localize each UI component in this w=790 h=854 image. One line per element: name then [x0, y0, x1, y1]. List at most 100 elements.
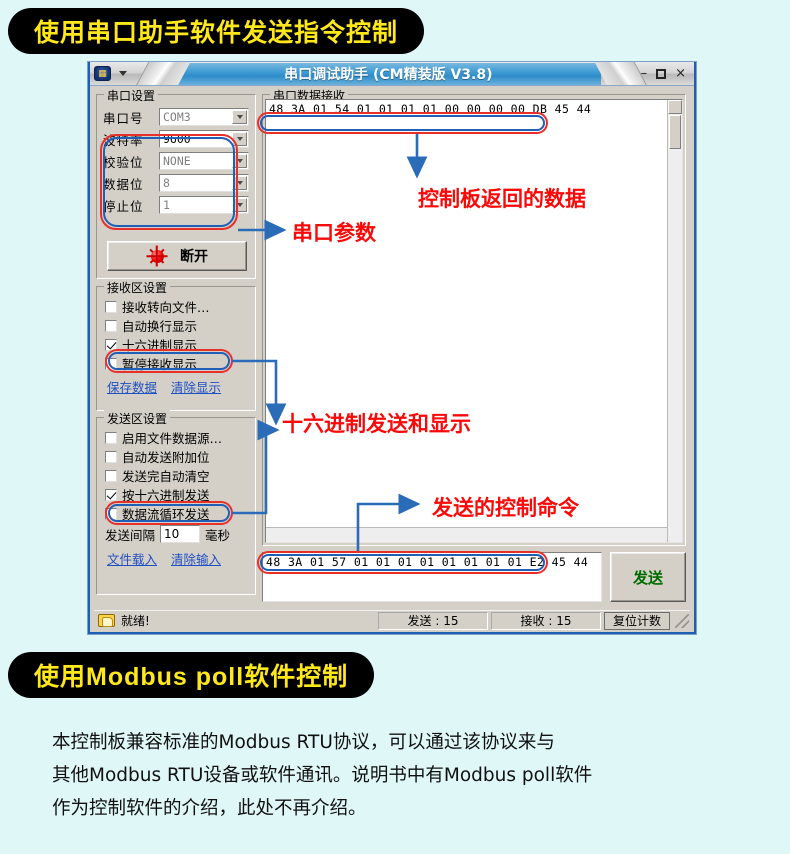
combo-parity-chevron-down-icon[interactable] — [232, 154, 247, 168]
send-button-label: 发送 — [632, 568, 663, 587]
checkbox-auto-append[interactable] — [105, 450, 117, 463]
combo-baud[interactable]: 9600 — [159, 130, 249, 148]
send-button[interactable]: 发送 — [610, 552, 686, 602]
led-indicator-icon — [146, 245, 168, 267]
link-clear-display[interactable]: 清除显示 — [171, 377, 221, 396]
maximize-icon[interactable] — [656, 68, 667, 79]
combo-databits-chevron-down-icon[interactable] — [232, 176, 247, 190]
send-data-line: 48 3A 01 57 01 01 01 01 01 01 01 01 E2 4… — [266, 555, 589, 569]
app-logo-icon: ▦ — [94, 66, 111, 81]
send-interval-row: 发送间隔 10 毫秒 — [105, 523, 255, 545]
label-stopbits: 停止位 — [103, 198, 144, 214]
checkbox-loop-send-label: 数据流循环发送 — [122, 507, 210, 522]
paragraph-line-3: 作为控制软件的介绍，此处不再介绍。 — [52, 798, 367, 819]
combo-port-chevron-down-icon[interactable] — [232, 110, 247, 124]
receive-data-textarea[interactable]: 48 3A 01 54 01 01 01 01 00 00 00 00 DB 4… — [265, 99, 683, 543]
send-settings-title: 发送区设置 — [104, 410, 171, 427]
disconnect-button[interactable]: 断开 — [107, 241, 247, 271]
send-interval-label: 发送间隔 — [105, 527, 156, 543]
status-ready-text: 就绪! — [121, 614, 150, 628]
section-heading-serial-assistant: 使用串口助手软件发送指令控制 — [8, 8, 425, 54]
combo-stopbits[interactable]: 1 — [159, 196, 249, 214]
checkbox-row-hex-send[interactable]: 按十六进制发送 — [105, 485, 255, 504]
receive-settings-group: 接收区设置 接收转向文件… 自动换行显示 十六进制显示 暂停接收显示 保存数据 … — [96, 279, 256, 411]
receive-data-line: 48 3A 01 54 01 01 01 01 00 00 00 00 DB 4… — [269, 102, 592, 116]
field-row-databits: 数据位 8 — [103, 172, 255, 194]
combo-baud-value: 9600 — [163, 132, 191, 146]
combo-stopbits-chevron-down-icon[interactable] — [232, 198, 247, 212]
receive-scrollbar-horizontal[interactable] — [266, 527, 667, 542]
label-port: 串口号 — [103, 110, 144, 126]
ann-control-cmd: 发送的控制命令 — [432, 495, 579, 520]
combo-parity[interactable]: NONE — [159, 152, 249, 170]
checkbox-hex-display-label: 十六进制显示 — [122, 338, 198, 353]
link-load-file[interactable]: 文件载入 — [107, 549, 157, 568]
receive-settings-title: 接收区设置 — [104, 279, 171, 296]
checkbox-clear-after-send-label: 发送完自动清空 — [122, 469, 210, 484]
ann-hex-send-show: 十六进制发送和显示 — [282, 411, 471, 436]
checkbox-auto-wrap[interactable] — [105, 319, 117, 332]
receive-data-group: 串口数据接收 48 3A 01 54 01 01 01 01 00 00 00 … — [262, 87, 686, 546]
combo-parity-value: NONE — [163, 154, 191, 168]
checkbox-auto-wrap-label: 自动换行显示 — [122, 319, 198, 334]
checkbox-row-pause-recv[interactable]: 暂停接收显示 — [105, 354, 255, 373]
receive-scrollbar-vertical[interactable] — [667, 100, 682, 542]
hand-pointer-icon — [98, 614, 115, 627]
resize-grip-icon[interactable] — [675, 613, 689, 628]
window-body: 串口设置 串口号 COM3 波特率 9600 校验位 NONE 数据位 8 停止… — [90, 86, 694, 632]
checkbox-file-source[interactable] — [105, 431, 117, 444]
combo-databits[interactable]: 8 — [159, 174, 249, 192]
checkbox-row-recv-to-file[interactable]: 接收转向文件… — [105, 297, 255, 316]
checkbox-pause-recv[interactable] — [105, 357, 117, 370]
combo-databits-value: 8 — [163, 176, 170, 190]
chevron-down-icon[interactable] — [119, 71, 127, 76]
send-links: 文件载入 清除输入 — [107, 549, 255, 568]
checkbox-hex-send-label: 按十六进制发送 — [122, 488, 210, 503]
scroll-thumb-vertical[interactable] — [669, 115, 681, 149]
checkbox-row-hex-display[interactable]: 十六进制显示 — [105, 335, 255, 354]
reset-counter-button[interactable]: 复位计数 — [604, 611, 670, 630]
link-clear-input[interactable]: 清除输入 — [171, 549, 221, 568]
status-sent-count: 发送 : 15 — [378, 611, 488, 630]
checkbox-hex-display[interactable] — [105, 338, 117, 351]
checkbox-row-auto-wrap[interactable]: 自动换行显示 — [105, 316, 255, 335]
ann-serial-params: 串口参数 — [292, 220, 376, 245]
serial-settings-title: 串口设置 — [104, 87, 159, 104]
combo-stopbits-value: 1 — [163, 198, 170, 212]
send-interval-input[interactable]: 10 — [160, 525, 201, 543]
disconnect-button-label: 断开 — [180, 249, 208, 265]
send-data-textarea[interactable]: 48 3A 01 57 01 01 01 01 01 01 01 01 E2 4… — [262, 552, 602, 602]
window-titlebar: ▦ 串口调试助手 (CM精装版 V3.8) – × — [90, 62, 694, 86]
checkbox-recv-to-file-label: 接收转向文件… — [122, 300, 210, 315]
link-save-data[interactable]: 保存数据 — [107, 377, 157, 396]
label-databits: 数据位 — [103, 176, 144, 192]
checkbox-row-file-source[interactable]: 启用文件数据源… — [105, 428, 255, 447]
checkbox-clear-after-send[interactable] — [105, 469, 117, 482]
checkbox-hex-send[interactable] — [105, 488, 117, 501]
ann-board-return: 控制板返回的数据 — [418, 186, 586, 211]
section-heading-serial-assistant-label: 使用串口助手软件发送指令控制 — [34, 19, 399, 47]
scroll-up-icon[interactable] — [668, 100, 682, 114]
checkbox-loop-send[interactable] — [105, 507, 117, 520]
checkbox-row-loop-send[interactable]: 数据流循环发送 — [105, 504, 255, 523]
label-parity: 校验位 — [103, 154, 144, 170]
combo-port[interactable]: COM3 — [159, 108, 249, 126]
checkbox-row-auto-append[interactable]: 自动发送附加位 — [105, 447, 255, 466]
label-baud: 波特率 — [103, 132, 144, 148]
send-settings-group: 发送区设置 启用文件数据源… 自动发送附加位 发送完自动清空 按十六进制发送 数… — [96, 410, 256, 595]
combo-baud-chevron-down-icon[interactable] — [232, 132, 247, 146]
window-title: 串口调试助手 (CM精装版 V3.8) — [176, 62, 601, 85]
close-icon[interactable]: × — [675, 67, 686, 80]
paragraph-line-2: 其他Modbus RTU设备或软件通讯。说明书中有Modbus poll软件 — [52, 765, 593, 786]
receive-links: 保存数据 清除显示 — [107, 377, 255, 396]
status-bar: 就绪! 发送 : 15 接收 : 15 复位计数 — [94, 610, 690, 630]
checkbox-recv-to-file[interactable] — [105, 300, 117, 313]
checkbox-pause-recv-label: 暂停接收显示 — [122, 357, 198, 372]
field-row-stopbits: 停止位 1 — [103, 194, 255, 216]
titlebar-curve-right — [594, 62, 647, 85]
send-interval-unit: 毫秒 — [205, 527, 231, 543]
section-heading-modbus-poll: 使用Modbus poll软件控制 — [8, 652, 375, 698]
combo-port-value: COM3 — [163, 110, 191, 124]
checkbox-row-clear-after-send[interactable]: 发送完自动清空 — [105, 466, 255, 485]
checkbox-auto-append-label: 自动发送附加位 — [122, 450, 210, 465]
